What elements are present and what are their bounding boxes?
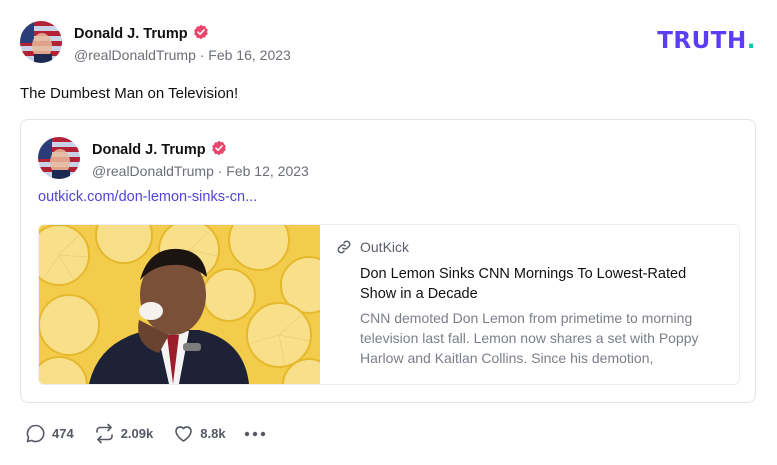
verified-badge-icon <box>211 140 227 160</box>
preview-title[interactable]: Don Lemon Sinks CNN Mornings To Lowest-R… <box>360 264 721 304</box>
preview-image[interactable] <box>39 225 338 384</box>
ellipsis-icon <box>244 431 265 436</box>
preview-source: OutKick <box>336 239 721 255</box>
quoted-post-card[interactable]: Donald J. Trump @realDonaldTrump · Feb 1… <box>20 119 756 403</box>
author-handle-date[interactable]: @realDonaldTrump · Feb 16, 2023 <box>74 47 291 63</box>
more-options-button[interactable] <box>244 431 272 437</box>
quoted-author-avatar[interactable] <box>38 137 80 179</box>
chain-link-icon <box>337 240 351 254</box>
retruth-button[interactable]: 2.09k <box>94 423 153 444</box>
quoted-author-handle-date[interactable]: @realDonaldTrump · Feb 12, 2023 <box>92 163 309 179</box>
quoted-link[interactable]: outkick.com/don-lemon-sinks-cn... <box>38 189 257 205</box>
post-action-bar: 474 2.09k 8.8k <box>25 423 292 444</box>
post-text: The Dumbest Man on Television! <box>20 85 239 102</box>
truth-social-logo[interactable]: TRUTH. <box>657 28 756 54</box>
reply-button[interactable]: 474 <box>25 423 74 444</box>
preview-description: CNN demoted Don Lemon from primetime to … <box>360 310 699 366</box>
link-preview-card[interactable]: OutKick Don Lemon Sinks CNN Mornings To … <box>38 224 740 385</box>
author-name[interactable]: Donald J. Trump <box>74 24 209 44</box>
like-button[interactable]: 8.8k <box>173 423 226 444</box>
author-avatar[interactable] <box>20 21 62 63</box>
repost-arrows-icon <box>95 423 113 444</box>
verified-badge-icon <box>193 24 209 44</box>
quoted-author-name[interactable]: Donald J. Trump <box>92 140 227 160</box>
speech-bubble-icon <box>26 424 45 443</box>
heart-icon <box>175 426 193 442</box>
